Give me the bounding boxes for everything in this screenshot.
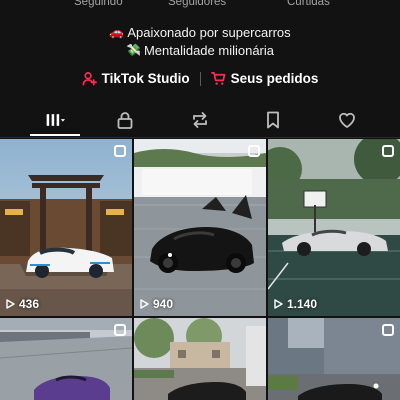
- orders-label: Seus pedidos: [230, 71, 319, 86]
- followers-label[interactable]: Seguidores: [168, 0, 226, 8]
- carousel-icon: [114, 145, 126, 157]
- likes-label[interactable]: Curtidas: [287, 0, 330, 8]
- view-count-label: 1.140: [287, 297, 318, 311]
- shopping-cart-icon: [210, 72, 226, 85]
- video-image: [134, 318, 266, 400]
- orders-link[interactable]: Seus pedidos: [210, 71, 319, 86]
- video-thumbnail[interactable]: [134, 318, 266, 400]
- play-icon: [274, 299, 283, 309]
- video-image: [0, 139, 132, 316]
- active-tab-indicator: [30, 134, 80, 136]
- tab-liked[interactable]: [322, 104, 372, 136]
- bio-line: 💸 Mentalidade milionária: [0, 42, 400, 60]
- tiktok-studio-label: TikTok Studio: [101, 71, 190, 86]
- view-count-label: 940: [153, 297, 174, 311]
- tab-reposts[interactable]: [175, 104, 225, 136]
- car-emoji-icon: 🚗: [109, 25, 125, 39]
- profile-bio: 🚗 Apaixonado por supercarros 💸 Mentalida…: [0, 24, 400, 59]
- heart-icon: [339, 112, 355, 128]
- bookmark-icon: [267, 111, 279, 129]
- video-thumbnail[interactable]: 436: [0, 139, 132, 316]
- following-label[interactable]: Seguindo: [74, 0, 123, 8]
- view-count: 436: [5, 297, 39, 311]
- tab-videos[interactable]: [30, 104, 80, 136]
- links-divider: [199, 71, 201, 86]
- carousel-icon: [382, 145, 394, 157]
- tiktok-studio-link[interactable]: TikTok Studio: [82, 71, 190, 86]
- video-image: [268, 318, 400, 400]
- video-thumbnail[interactable]: 940: [134, 139, 266, 316]
- carousel-icon: [248, 145, 260, 157]
- bio-text: Apaixonado por supercarros: [127, 25, 291, 40]
- view-count-label: 436: [19, 297, 40, 311]
- video-image: [0, 318, 132, 400]
- carousel-icon: [114, 324, 126, 336]
- repost-icon: [193, 112, 207, 128]
- lock-icon: [117, 112, 133, 129]
- profile-tabs: [0, 104, 400, 138]
- view-count: 940: [139, 297, 173, 311]
- profile-links: TikTok Studio Seus pedidos: [0, 71, 400, 86]
- video-image: [134, 139, 266, 316]
- grid-icon: [46, 114, 65, 126]
- carousel-icon: [382, 324, 394, 336]
- view-count: 1.140: [273, 297, 317, 311]
- tab-saved[interactable]: [248, 104, 298, 136]
- person-add-icon: [82, 72, 97, 86]
- video-thumbnail[interactable]: [0, 318, 132, 400]
- tab-private[interactable]: [100, 104, 150, 136]
- video-thumbnail[interactable]: 1.140: [268, 139, 400, 316]
- tabs-divider: [0, 137, 400, 138]
- money-emoji-icon: 💸: [125, 42, 141, 57]
- profile-stats: Seguindo Seguidores Curtidas: [0, 0, 400, 12]
- video-thumbnail[interactable]: [268, 318, 400, 400]
- video-image: [268, 139, 400, 316]
- bio-line: 🚗 Apaixonado por supercarros: [0, 24, 400, 42]
- play-icon: [140, 299, 149, 309]
- bio-text: Mentalidade milionária: [143, 42, 275, 58]
- play-icon: [6, 299, 15, 309]
